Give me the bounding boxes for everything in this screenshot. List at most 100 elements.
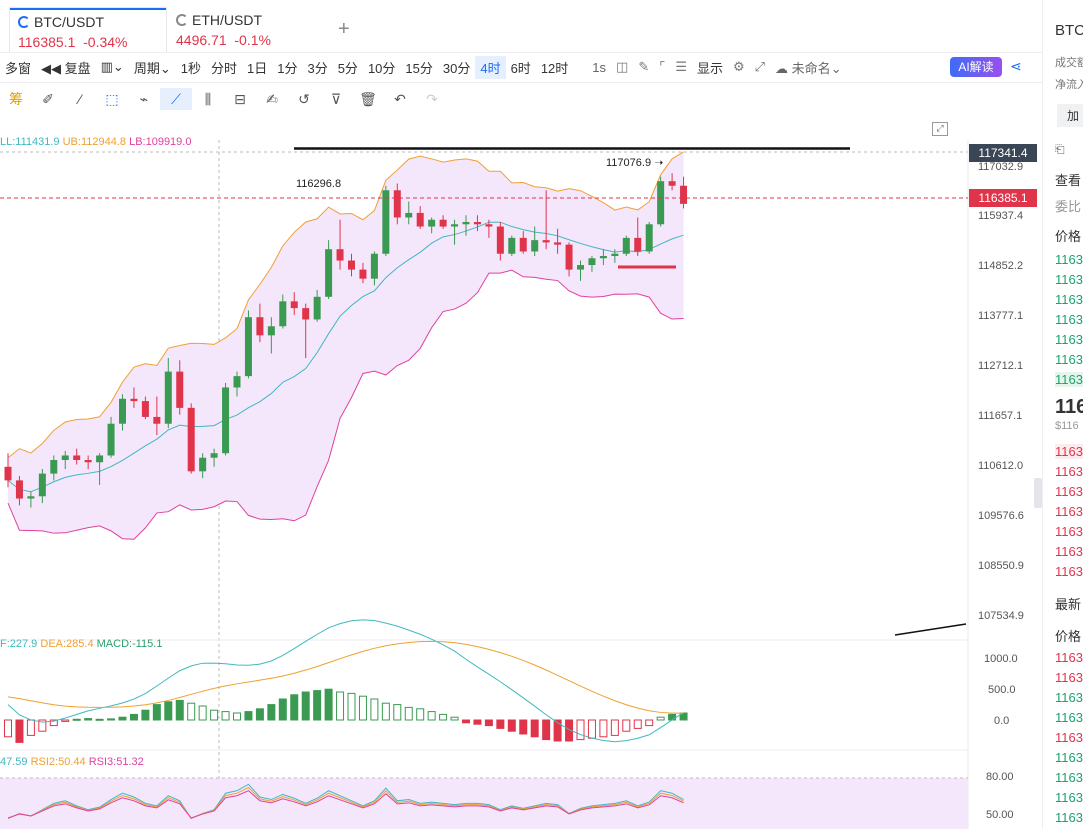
add-button[interactable]: 加 [1057,104,1083,127]
trendline-icon[interactable]: ⟋ [160,88,192,110]
interval-10m[interactable]: 10分 [363,56,400,79]
candle-body [313,296,321,320]
edit-icon[interactable]: ✐ [32,88,64,110]
ask-price[interactable]: 1163 [1055,332,1083,347]
axis-tick: 110612.0 [978,460,1024,472]
ask-price[interactable]: 1163 [1055,372,1083,387]
axis-tick: 111657.1 [978,410,1023,422]
trades-price-header: 价格 [1055,629,1082,644]
macd-bar [484,719,493,727]
expand-icon[interactable]: ⤢ [932,122,948,136]
ask-price[interactable]: 1163 [1055,272,1083,287]
interval-15m[interactable]: 15分 [400,56,437,79]
interval-30m[interactable]: 30分 [438,56,475,79]
replay-label: 复盘 [64,60,91,76]
macd-bar [141,709,150,721]
macd-bar [610,719,619,736]
ai-interpret-button[interactable]: AI解读 [950,57,1002,77]
bid-price[interactable]: 1163 [1055,444,1083,459]
display-button[interactable]: 显示 [692,56,728,79]
bid-price[interactable]: 1163 [1055,524,1083,539]
pencil-icon[interactable]: ✎ [633,57,654,77]
interval-6h[interactable]: 6时 [506,56,536,79]
trade-price: 1163 [1055,650,1083,665]
ask-price[interactable]: 1163 [1055,292,1083,307]
macd-bar [439,713,448,721]
interval-1s-alt[interactable]: 1s [587,58,611,77]
bid-price[interactable]: 1163 [1055,504,1083,519]
chart-type-icon[interactable]: ▥⌄ [96,57,129,77]
interval-12h[interactable]: 12时 [536,56,573,79]
macd-bar [336,691,345,721]
interval-1s[interactable]: 1秒 [176,56,206,79]
trash-icon[interactable]: 🗑 [352,88,384,110]
ask-price[interactable]: 1163 [1055,352,1083,367]
list-icon[interactable]: ☰ [670,57,692,77]
chips-icon[interactable]: 筹 [0,88,32,110]
interval-4h[interactable]: 4时 [475,55,506,79]
panel-collapse-handle[interactable] [1034,478,1042,508]
period-dropdown[interactable]: 周期⌄ [129,56,176,79]
tab-change: -0.1% [234,32,271,48]
share-icon[interactable]: ⋖ [1010,58,1022,75]
interval-3m[interactable]: 3分 [302,56,332,79]
bars-icon[interactable]: ⫼ [192,88,224,110]
camera-icon[interactable]: ◫ [611,57,633,77]
undo-icon[interactable]: ↶ [384,88,416,110]
clear-icon[interactable]: ⁄ [64,88,96,110]
bid-price[interactable]: 1163 [1055,464,1083,479]
interval-1d[interactable]: 1日 [242,56,272,79]
candle-body [382,190,390,254]
tab-eth-usdt[interactable]: ETH/USDT 4496.71 -0.1% [168,8,324,52]
candle-body [141,401,149,417]
macd-bar [175,699,184,721]
layout-dropdown[interactable]: ☁ 未命名⌄ [770,56,847,79]
add-tab-button[interactable]: + [338,18,350,41]
candle-body [428,219,436,227]
macd-bar [301,691,310,721]
rsi2-label: RSI2:50.44 [30,756,86,768]
tab-btc-usdt[interactable]: BTC/USDT 116385.1 -0.34% [10,8,166,52]
trading-app: { "tabs": [ {"symbol": "BTC/USDT", "pric… [0,0,1083,829]
tab-price: 4496.71 [176,32,227,48]
replay-button[interactable]: ◀◀ 复盘 [36,56,96,79]
ruler-icon[interactable]: ⌁ [128,88,160,110]
interval-5m[interactable]: 5分 [333,56,363,79]
redo-icon[interactable]: ↷ [416,88,448,110]
order-book-panel: BTC 成交额 净流入 加 ⎗ 查看 委比 价格 1163 1163 1163 … [1042,0,1083,829]
trade-price: 1163 [1055,670,1083,685]
macd-axis-tick: 0.0 [994,715,1010,727]
interval-timeline[interactable]: 分时 [206,56,242,79]
macd-bar [129,713,138,721]
tab-change: -0.34% [83,34,128,50]
bid-price[interactable]: 1163 [1055,544,1083,559]
ask-price[interactable]: 1163 [1055,312,1083,327]
fullscreen-icon[interactable]: ⤢ [750,57,770,77]
candle-body [462,222,470,225]
brush-icon[interactable]: ↺ [288,88,320,110]
bid-price[interactable]: 1163 [1055,564,1083,579]
multi-window-button[interactable]: 多窗 [0,56,36,79]
ask-price[interactable]: 1163 [1055,252,1083,267]
crop-icon[interactable]: ⌜ [654,57,670,77]
bid-price[interactable]: 1163 [1055,484,1083,499]
macd-bar [107,718,116,721]
macd-bar [668,713,677,721]
netflow-label: 净流入 [1055,79,1083,91]
filter-icon[interactable]: ⊽ [320,88,352,110]
price-chart[interactable] [0,140,1042,829]
candle-body [96,455,104,463]
panel-toggle-icon[interactable]: ⎗ [1055,142,1065,157]
interval-1m[interactable]: 1分 [272,56,302,79]
note-icon[interactable]: ✍ [256,88,288,110]
position-icon[interactable]: ⊟ [224,88,256,110]
settings-icon[interactable]: ⚙ [728,57,750,77]
macd-bar [473,719,482,725]
macd-bar [84,718,93,721]
macd-bar [416,708,425,721]
macd-bar [210,709,219,721]
bollinger-band-fill [8,151,684,540]
bookmark-icon[interactable]: ⬚ [96,88,128,110]
candle-body [27,496,35,499]
candle-body [4,466,12,481]
